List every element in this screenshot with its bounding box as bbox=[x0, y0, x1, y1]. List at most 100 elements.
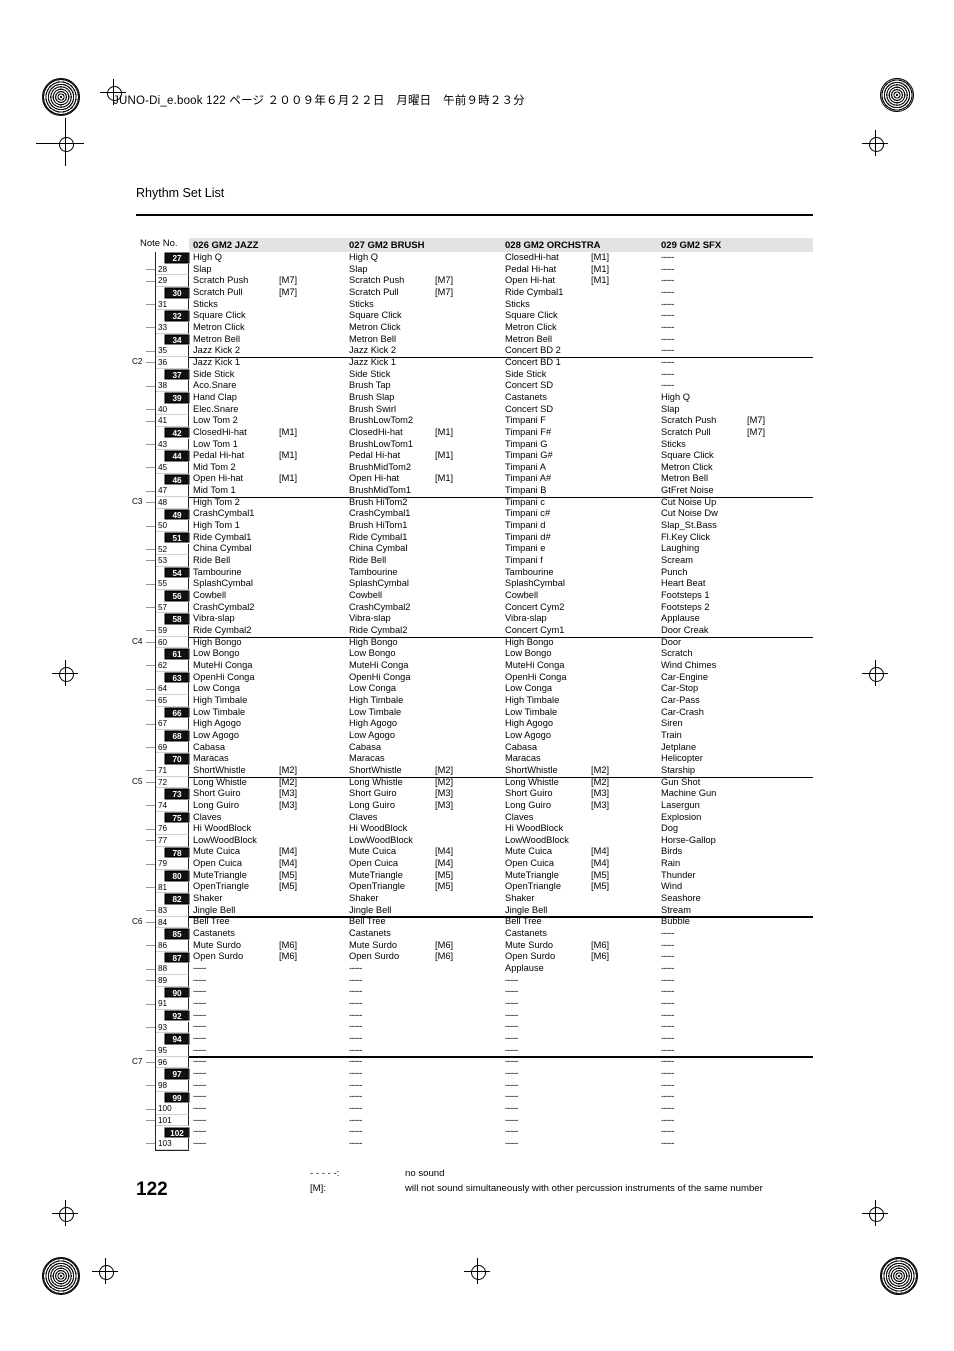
table-cell: Shaker bbox=[349, 893, 378, 905]
legend: - - - - -: no sound [M]: will not sound si… bbox=[310, 1166, 763, 1196]
table-cell: Metron Click bbox=[193, 322, 245, 334]
piano-black-key: 42 bbox=[165, 427, 189, 438]
instrument-name: Castanets bbox=[193, 928, 235, 939]
piano-black-key: 85 bbox=[165, 929, 189, 939]
instrument-name: ----- bbox=[661, 1009, 674, 1020]
table-cell: Claves bbox=[349, 812, 377, 824]
instrument-name: Side Stick bbox=[193, 368, 235, 379]
table-cell: Metron Bell bbox=[661, 473, 708, 485]
octave-group-rule bbox=[189, 776, 813, 778]
table-row: Shaker Shaker Shaker Seashore bbox=[189, 893, 813, 905]
instrument-name: ----- bbox=[349, 1079, 362, 1090]
instrument-name: ----- bbox=[661, 286, 674, 297]
piano-black-key: 75 bbox=[165, 812, 189, 823]
instrument-name: ----- bbox=[349, 1091, 362, 1102]
table-row: Low Tom 1 BrushLowTom1 Timpani G Sticks bbox=[189, 439, 813, 451]
table-cell: ClosedHi-hat [M1] bbox=[193, 427, 297, 439]
table-cell: Concert SD bbox=[505, 404, 553, 416]
table-cell: ----- bbox=[505, 1115, 518, 1127]
table-cell: Scratch Push [M7] bbox=[661, 415, 765, 427]
piano-black-key: 73 bbox=[165, 789, 189, 799]
piano-white-key: 53 bbox=[146, 555, 189, 567]
instrument-name: Machine Gun bbox=[661, 788, 717, 799]
mute-group-marker: [M6] bbox=[435, 951, 454, 962]
table-cell: LowWoodBlock bbox=[349, 835, 413, 847]
instrument-name: Fl.Key Click bbox=[661, 531, 711, 542]
instrument-name: Timpani f bbox=[505, 555, 543, 566]
instrument-name: Jazz Kick 2 bbox=[349, 345, 397, 356]
octave-group-rule bbox=[189, 496, 813, 499]
mute-group-marker: [M1] bbox=[591, 275, 610, 286]
mute-group-marker: [M7] bbox=[435, 286, 454, 297]
instrument-name: ----- bbox=[193, 1009, 206, 1020]
table-cell: Open Hi-hat [M1] bbox=[505, 275, 609, 287]
table-cell: Open Cuica [M4] bbox=[505, 858, 609, 870]
table-cell: Ride Cymbal1 bbox=[193, 532, 251, 544]
table-cell: ----- bbox=[193, 1115, 206, 1127]
instrument-name: Vibra-slap bbox=[349, 613, 391, 624]
table-cell: Low Conga bbox=[349, 683, 396, 695]
instrument-name: Hand Clap bbox=[193, 391, 237, 402]
piano-white-key: 100 bbox=[146, 1103, 189, 1115]
table-cell: ----- bbox=[193, 1068, 206, 1080]
instrument-name: ----- bbox=[193, 1114, 206, 1125]
table-cell: ----- bbox=[661, 380, 674, 392]
instrument-name: Jingle Bell bbox=[349, 904, 392, 915]
table-cell: Long Whistle [M2] bbox=[349, 777, 453, 789]
legend-desc-0: no sound bbox=[405, 1168, 445, 1179]
table-cell: Brush HiTom2 bbox=[349, 497, 407, 509]
instrument-name: ----- bbox=[349, 1126, 362, 1137]
table-row: Ride Bell Ride Bell Timpani f Scream bbox=[189, 555, 813, 567]
table-cell: Birds bbox=[661, 846, 682, 858]
instrument-name: ----- bbox=[661, 333, 674, 344]
table-cell: OpenHi Conga bbox=[505, 672, 567, 684]
table-cell: Door Creak bbox=[661, 625, 709, 637]
table-cell: High Timbale bbox=[349, 695, 403, 707]
page-number: 122 bbox=[136, 1179, 168, 1200]
table-cell: SplashCymbal bbox=[349, 578, 409, 590]
instrument-name: Birds bbox=[661, 846, 683, 857]
piano-white-key: 40 bbox=[146, 403, 189, 416]
instrument-name: Sticks bbox=[661, 438, 686, 449]
table-cell: MuteTriangle [M5] bbox=[349, 870, 453, 882]
instrument-name: ----- bbox=[193, 974, 206, 985]
legend-key-0: - - - - -: bbox=[310, 1168, 340, 1179]
instrument-name: Ride Cymbal1 bbox=[193, 531, 252, 542]
piano-white-key: 77 bbox=[146, 835, 189, 847]
instrument-name: ----- bbox=[661, 1044, 674, 1055]
rhythm-set-table: Note No. 026 GM2 JAZZ 027 GM2 BRUSH 028 … bbox=[132, 238, 813, 1151]
mute-group-marker: [M6] bbox=[279, 951, 298, 962]
instrument-name: Siren bbox=[661, 718, 683, 729]
table-row: Low Timbale Low Timbale Low Timbale Car-Cra… bbox=[189, 707, 813, 719]
table-cell: ----- bbox=[661, 1138, 674, 1150]
table-cell: ----- bbox=[505, 1126, 518, 1138]
table-cell: ----- bbox=[193, 1010, 206, 1022]
instrument-name: Hi WoodBlock bbox=[505, 823, 564, 834]
instrument-name: Cabasa bbox=[505, 741, 538, 752]
instrument-name: ----- bbox=[193, 998, 206, 1008]
table-cell: ----- bbox=[661, 345, 674, 357]
instrument-name: Heart Beat bbox=[661, 578, 706, 589]
table-cell: ----- bbox=[661, 928, 674, 940]
table-cell: ----- bbox=[661, 357, 674, 369]
piano-white-key: 72 bbox=[146, 776, 189, 789]
instrument-name: GtFret Noise bbox=[661, 485, 714, 496]
piano-white-key: 84 bbox=[146, 916, 189, 929]
trim-mark-top-left-v bbox=[65, 118, 66, 166]
table-cell: Ride Bell bbox=[349, 555, 386, 567]
instrument-name: ShortWhistle bbox=[193, 764, 246, 775]
instrument-name: OpenTriangle bbox=[193, 881, 249, 892]
table-cell: Open Hi-hat [M1] bbox=[349, 473, 453, 485]
table-cell: Open Cuica [M4] bbox=[349, 858, 453, 870]
table-cell: LowWoodBlock bbox=[505, 835, 569, 847]
table-cell: ----- bbox=[661, 1033, 674, 1045]
instrument-name: SplashCymbal bbox=[505, 578, 565, 589]
table-cell: Scratch Push [M7] bbox=[193, 275, 297, 287]
table-cell: Door bbox=[661, 637, 681, 649]
table-cell: ----- bbox=[505, 1138, 518, 1150]
table-cell: SplashCymbal bbox=[505, 578, 565, 590]
instrument-name: Brush Swirl bbox=[349, 403, 397, 414]
table-cell: Seashore bbox=[661, 893, 701, 905]
table-cell: Long Guiro [M3] bbox=[193, 800, 297, 812]
instrument-name: Low Timbale bbox=[505, 706, 558, 717]
